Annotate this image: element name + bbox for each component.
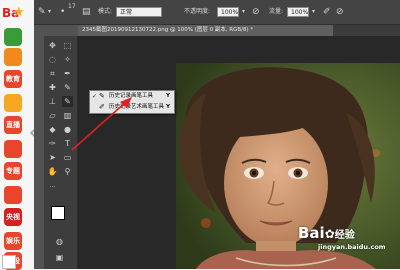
chevron-down-icon[interactable]: ▾ [48, 5, 51, 19]
document-tab-title: 2345截图20190912130722.png @ 100% (图层 0 副本… [82, 27, 254, 33]
pressure-opacity-icon[interactable]: ⊘ [252, 5, 260, 19]
zoom-tool-icon[interactable]: ⚲ [62, 166, 73, 177]
red-arrow-annotation [71, 97, 132, 151]
foreground-color-swatch[interactable] [51, 206, 65, 220]
favorite-item[interactable] [4, 48, 22, 66]
ellipsis-icon[interactable]: … [47, 180, 58, 191]
flow-input[interactable]: 100% [287, 7, 309, 17]
flow-label: 流量: [269, 8, 284, 15]
favorite-item[interactable]: 娱乐 [4, 232, 22, 250]
flow-value: 100% [291, 9, 309, 16]
mode-value: 正常 [120, 9, 133, 16]
opacity-label: 不透明度: [184, 8, 211, 15]
baidu-logo[interactable]: Ba ★ [0, 5, 34, 22]
sidebar-footer-button[interactable] [2, 255, 16, 269]
brush-tool-icon[interactable]: ✎ [62, 82, 73, 93]
history-brush-tool-icon[interactable]: ✎ [38, 5, 46, 19]
watermark-brand-suffix: 经验 [334, 230, 355, 241]
document-tab-bar: 2345截图20190912130722.png @ 100% (图层 0 副本… [78, 25, 400, 36]
portrait-photo [176, 63, 400, 269]
mode-select[interactable]: 正常 [116, 7, 162, 17]
flow-dropdown-icon[interactable]: ▾ [312, 5, 315, 19]
favorite-item[interactable]: 教育 [4, 70, 22, 88]
eyedropper-tool-icon[interactable]: ✒ [62, 68, 73, 79]
crop-tool-icon[interactable]: ⌗ [47, 68, 58, 79]
marquee-tool-icon[interactable]: ⬚ [62, 40, 73, 51]
blur-tool-icon[interactable]: ◆ [47, 124, 58, 135]
photoshop-window: ✎ ▾ • 17 ▤ 模式: 正常 不透明度: 100% ▾ ⊘ 流量: 100… [34, 0, 400, 269]
document-tab[interactable]: 2345截图20190912130722.png @ 100% (图层 0 副本… [78, 25, 333, 36]
favorite-item-label: 直播 [6, 121, 20, 129]
watermark-brand-text: Bai [298, 224, 325, 242]
watermark-url: jingyan.baidu.com [318, 243, 386, 251]
brush-panel-icon[interactable]: ▤ [82, 5, 91, 19]
brush-preset-icon[interactable]: • [60, 5, 65, 19]
brush-size: 17 [68, 3, 76, 10]
favorite-item-label: 央视 [6, 213, 20, 221]
flyout-item-shortcut: Y [166, 93, 170, 99]
favorite-item[interactable] [4, 94, 22, 112]
favorite-item-label: 娱乐 [6, 237, 20, 245]
path-select-tool-icon[interactable]: ➤ [47, 152, 58, 163]
healing-tool-icon[interactable]: ✚ [47, 82, 58, 93]
opacity-input[interactable]: 100% [217, 7, 239, 17]
star-icon: ★ [13, 5, 25, 20]
lasso-tool-icon[interactable]: ◌ [47, 54, 58, 65]
pen-tool-icon[interactable]: ✑ [47, 138, 58, 149]
favorite-item-label: 专题 [6, 167, 20, 175]
screen-mode-icon[interactable]: ▣ [54, 252, 65, 263]
favorite-item[interactable]: 专题 [4, 162, 22, 180]
opacity-dropdown-icon[interactable]: ▾ [242, 5, 245, 19]
favorite-item[interactable] [4, 28, 22, 46]
options-bar: ✎ ▾ • 17 ▤ 模式: 正常 不透明度: 100% ▾ ⊘ 流量: 100… [34, 0, 400, 25]
move-tool-icon[interactable]: ✥ [47, 40, 58, 51]
flyout-item-shortcut: Y [166, 104, 170, 110]
mode-label: 模式: [98, 8, 113, 15]
hand-tool-icon[interactable]: ✋ [47, 166, 58, 177]
opacity-value: 100% [221, 9, 239, 16]
quick-mask-icon[interactable]: ◍ [54, 236, 65, 247]
quick-select-tool-icon[interactable]: ✧ [62, 54, 73, 65]
favorite-item[interactable]: 央视 [4, 208, 22, 226]
favorite-item[interactable] [4, 186, 22, 204]
favorite-item[interactable] [4, 140, 22, 158]
pressure-size-icon[interactable]: ⊘ [336, 5, 344, 19]
favorite-item-label: 教育 [6, 75, 20, 83]
favorite-item[interactable]: 直播 [4, 116, 22, 134]
browser-sidebar: Ba ★ 教育直播专题央视娱乐炒股 ‹ [0, 0, 39, 270]
watermark-brand: Bai✿经验 [298, 224, 355, 242]
eraser-tool-icon[interactable]: ▱ [47, 110, 58, 121]
paw-icon: ✿ [324, 227, 335, 241]
stamp-tool-icon[interactable]: ⊥ [47, 96, 58, 107]
airbrush-icon[interactable]: ✐ [323, 5, 331, 19]
